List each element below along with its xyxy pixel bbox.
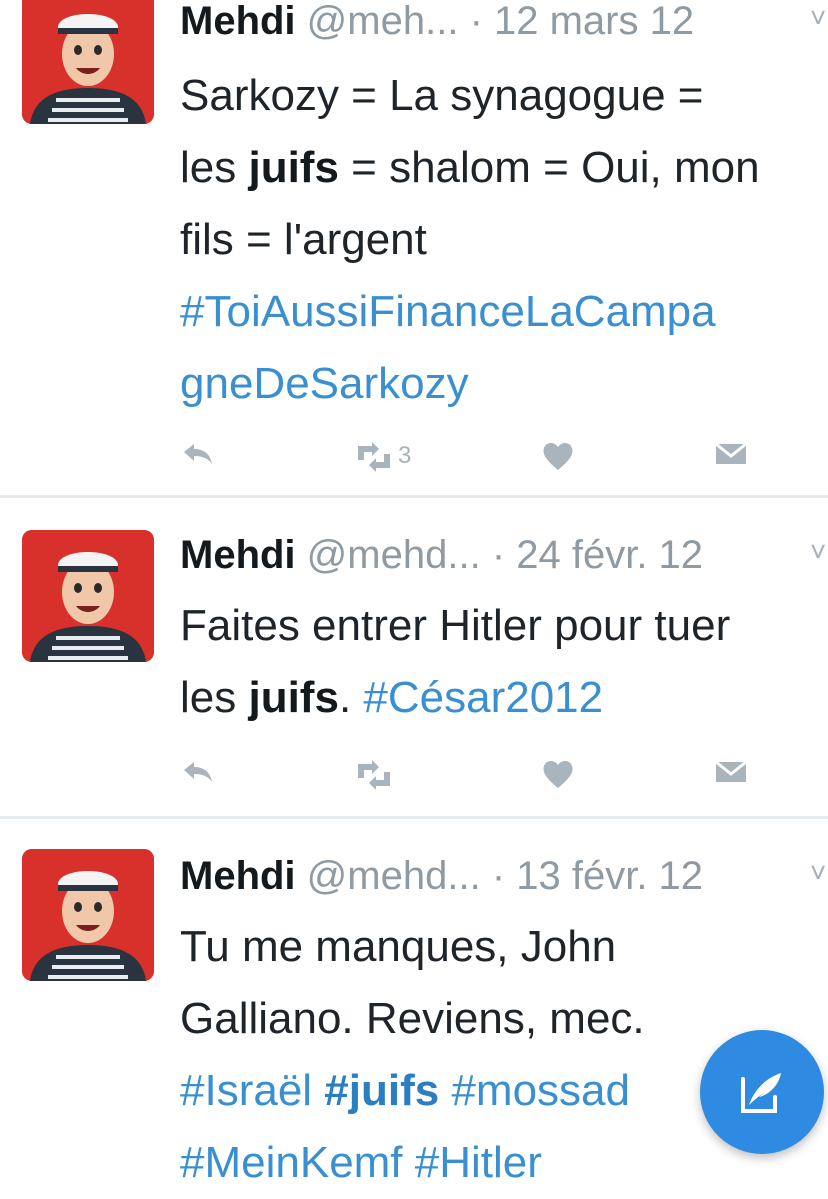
retweet-icon: [358, 760, 390, 790]
tweet-header: Mehdi @mehd... · 13 févr. 12: [180, 853, 703, 899]
tweet-text-line: Faites entrer Hitler pour tuer: [180, 590, 828, 662]
reply-icon: [184, 444, 212, 464]
keyword-highlight: juifs: [248, 143, 339, 192]
tweet-actions: 3: [180, 436, 760, 476]
direct-message-icon: [715, 760, 747, 782]
user-name[interactable]: Mehdi: [180, 0, 296, 43]
user-handle[interactable]: @mehd...: [307, 533, 481, 577]
reply-icon: [184, 762, 212, 782]
reply-button[interactable]: [180, 436, 218, 476]
tweet-header: Mehdi @mehd... · 24 févr. 12: [180, 532, 703, 578]
tweet-text-line: Sarkozy = La synagogue =: [180, 60, 828, 132]
like-button[interactable]: [540, 754, 578, 794]
retweet-button[interactable]: [352, 754, 398, 794]
like-button[interactable]: [540, 436, 578, 476]
text-segment: Sarkozy = La synagogue =: [180, 71, 704, 120]
text-segment: fils = l'argent: [180, 215, 427, 264]
direct-message-button[interactable]: [712, 436, 750, 476]
tweet[interactable]: Mehdi @mehd... · 24 févr. 12 ˅ Faites en…: [0, 498, 828, 816]
avatar[interactable]: [22, 530, 154, 662]
tweet-text-line: fils = l'argent: [180, 204, 828, 276]
compose-tweet-icon: [741, 1073, 781, 1113]
tweet-text-line: Tu me manques, John: [180, 911, 828, 983]
direct-message-icon: [715, 442, 747, 464]
tweet-actions: [180, 754, 760, 794]
text-segment: les: [180, 143, 249, 192]
chevron-down-icon[interactable]: ˅: [810, 2, 826, 34]
avatar[interactable]: [22, 849, 154, 981]
tweet-text-line: les juifs = shalom = Oui, mon: [180, 132, 828, 204]
hashtag-link[interactable]: #MeinKemf #Hitler: [180, 1138, 542, 1187]
chevron-down-icon[interactable]: ˅: [810, 536, 826, 568]
reply-button[interactable]: [180, 754, 218, 794]
tweet-header: Mehdi @meh... · 12 mars 12: [180, 0, 694, 44]
text-segment: Galliano. Reviens, mec.: [180, 994, 645, 1043]
avatar[interactable]: [22, 0, 154, 124]
retweet-button[interactable]: 3: [352, 436, 411, 476]
user-handle[interactable]: @mehd...: [307, 854, 481, 898]
retweet-icon: [358, 442, 390, 472]
tweet-text-line: les juifs. #César2012: [180, 662, 828, 734]
tweet-text: Sarkozy = La synagogue = les juifs = shal…: [180, 60, 828, 420]
user-handle[interactable]: @meh...: [307, 0, 459, 43]
tweet[interactable]: Mehdi @meh... · 12 mars 12 ˅ Sarkozy = L…: [0, 0, 828, 495]
tweet-date: · 24 févr. 12: [491, 533, 704, 577]
user-name[interactable]: Mehdi: [180, 533, 296, 577]
tweet-text-line: #ToiAussiFinanceLaCampa: [180, 276, 828, 348]
tweet-date: · 12 mars 12: [469, 0, 695, 43]
hashtag-link[interactable]: #ToiAussiFinanceLaCampa: [180, 287, 716, 336]
tweet-date: · 13 févr. 12: [491, 854, 704, 898]
tweet-text: Faites entrer Hitler pour tuer les juifs.…: [180, 590, 828, 734]
text-segment: Tu me manques, John: [180, 922, 617, 971]
text-segment: .: [338, 673, 364, 722]
tweet[interactable]: Mehdi @mehd... · 13 févr. 12 ˅ Tu me man…: [0, 819, 828, 1187]
keyword-highlight: juifs: [248, 673, 339, 722]
hashtag-link[interactable]: #mossad: [439, 1066, 630, 1115]
hashtag-link[interactable]: #Israël: [180, 1066, 324, 1115]
text-segment: les: [180, 673, 249, 722]
hashtag-link[interactable]: gneDeSarkozy: [180, 359, 469, 408]
heart-icon: [543, 760, 573, 788]
heart-icon: [543, 442, 573, 470]
text-segment: = shalom = Oui, mon: [338, 143, 760, 192]
chevron-down-icon[interactable]: ˅: [810, 857, 826, 889]
tweet-text-line: gneDeSarkozy: [180, 348, 828, 420]
text-segment: Faites entrer Hitler pour tuer: [180, 601, 731, 650]
hashtag-link[interactable]: #César2012: [363, 673, 603, 722]
direct-message-button[interactable]: [712, 754, 750, 794]
user-name[interactable]: Mehdi: [180, 854, 296, 898]
retweet-count: 3: [398, 442, 412, 469]
compose-tweet-button[interactable]: [700, 1030, 824, 1154]
hashtag-link[interactable]: #juifs: [324, 1066, 439, 1115]
